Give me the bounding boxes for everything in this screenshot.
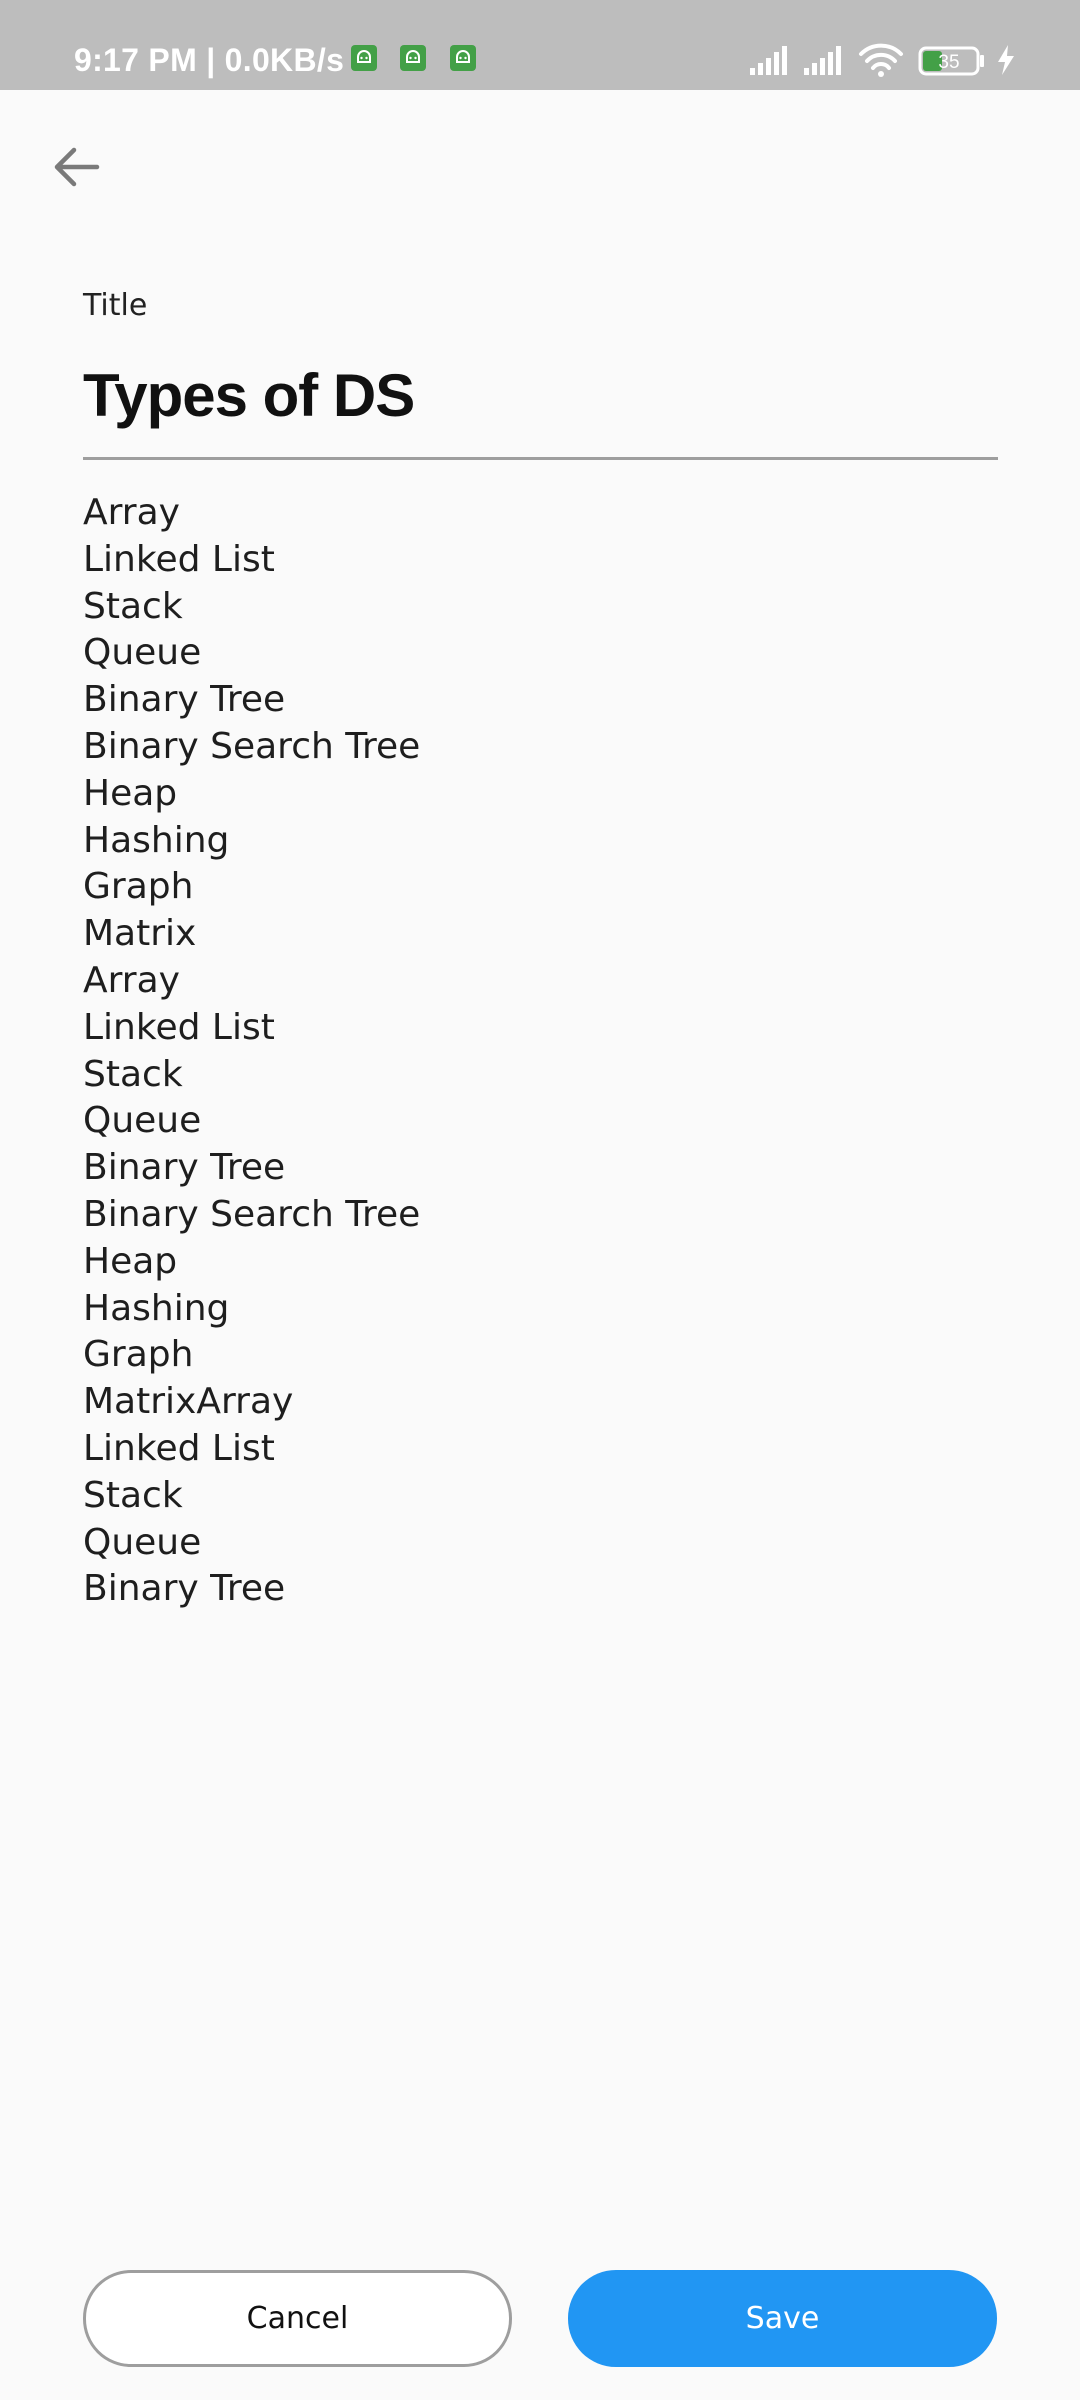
body-line: Hashing: [83, 819, 230, 861]
body-line: Queue: [83, 632, 202, 674]
title-label: Title: [83, 288, 148, 323]
body-line: Matrix: [83, 913, 197, 955]
body-line: Queue: [83, 1521, 202, 1563]
body-line: Graph: [83, 866, 194, 908]
arrow-left-icon: [54, 147, 100, 187]
title-value: Types of DS: [83, 362, 415, 429]
body-line: Array: [83, 492, 180, 533]
back-button[interactable]: [46, 136, 108, 198]
body-line: Graph: [83, 1334, 194, 1376]
body-line: Linked List: [83, 1427, 275, 1469]
signal-icon: [804, 46, 841, 75]
battery-level: 35: [938, 52, 959, 73]
signal-icon: [750, 46, 787, 75]
android-icon: [400, 45, 426, 71]
android-icon: [450, 45, 476, 71]
note-body-input[interactable]: Array Linked List Stack Queue Binary Tree Bin…: [83, 490, 998, 1613]
body-line: Linked List: [83, 538, 275, 580]
body-line: Heap: [83, 772, 178, 814]
save-button[interactable]: Save: [568, 2270, 997, 2367]
body-line: Stack: [83, 585, 183, 627]
charging-icon: [998, 45, 1014, 75]
body-line: Binary Tree: [83, 1147, 286, 1189]
body-line: Hashing: [83, 1287, 230, 1329]
body-line: Stack: [83, 1053, 183, 1095]
body-line: Binary Tree: [83, 679, 286, 721]
body-line: Stack: [83, 1474, 183, 1516]
android-icon: [351, 45, 377, 71]
body-line: Linked List: [83, 1006, 275, 1048]
body-line: Binary Search Tree: [83, 725, 421, 767]
wifi-icon: [859, 43, 903, 77]
title-input[interactable]: Types of DS: [83, 352, 998, 460]
body-line: Queue: [83, 1100, 202, 1142]
status-bar: 9:17 PM | 0.0KB/s 35: [0, 0, 1080, 90]
body-line: Heap: [83, 1240, 178, 1282]
battery-icon: 35: [918, 46, 984, 76]
body-line: Binary Tree: [83, 1568, 286, 1610]
cancel-button[interactable]: Cancel: [83, 2270, 512, 2367]
body-line: Array: [83, 959, 180, 1001]
status-time: 9:17 PM | 0.0KB/s: [74, 42, 345, 78]
body-line: MatrixArray: [83, 1381, 294, 1423]
body-line: Binary Search Tree: [83, 1193, 421, 1235]
